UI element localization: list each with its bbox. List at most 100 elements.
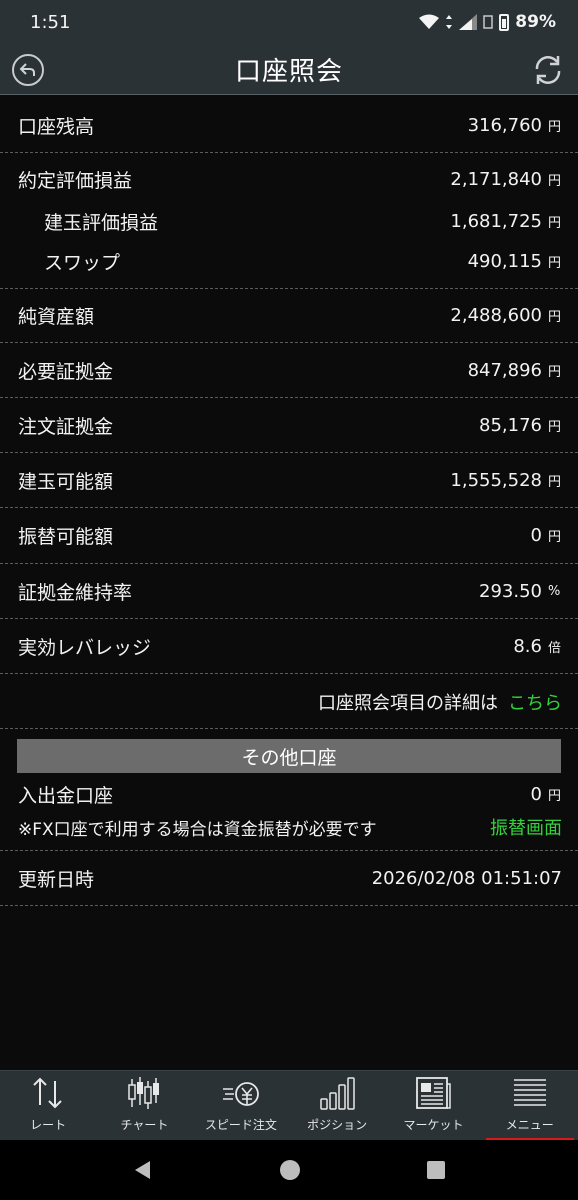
back-arrow-icon — [19, 63, 35, 76]
row-unit: 円 — [548, 173, 562, 189]
row-value: 847,896 — [467, 359, 542, 381]
detail-text: 口座照会項目の詳細は — [318, 693, 498, 714]
divider — [0, 563, 578, 564]
tab-label: マーケット — [403, 1118, 464, 1132]
refresh-icon — [535, 56, 561, 84]
row-value: 85,176 — [479, 414, 542, 436]
detail-link[interactable]: こちら — [508, 689, 562, 715]
tab-label: メニュー — [505, 1118, 554, 1132]
app-header: 口座照会 — [0, 44, 578, 95]
candlestick-icon — [126, 1074, 162, 1112]
row-label: 入出金口座 — [18, 784, 114, 807]
row-unit: 円 — [548, 364, 562, 380]
divider — [0, 728, 578, 729]
nav-back-icon[interactable] — [132, 1159, 154, 1181]
row-unit: 円 — [548, 474, 562, 490]
row-order-margin: 注文証拠金 85,176 円 — [0, 404, 578, 446]
tab-chart[interactable]: チャート — [96, 1071, 192, 1141]
row-transferable: 振替可能額 0 円 — [0, 514, 578, 556]
status-time: 1:51 — [30, 11, 71, 33]
row-net-assets: 純資産額 2,488,600 円 — [0, 294, 578, 336]
row-value: 2,488,600 — [450, 304, 542, 326]
divider — [0, 152, 578, 153]
row-swap: スワップ 490,115 円 — [0, 241, 578, 281]
transfer-screen-link[interactable]: 振替画面 — [490, 814, 562, 840]
detail-row: 口座照会項目の詳細は こちら — [0, 681, 578, 723]
row-value: 1,681,725 — [450, 210, 542, 232]
tab-menu[interactable]: メニュー — [482, 1071, 578, 1141]
row-value: 2,171,840 — [450, 168, 542, 190]
no-sim-icon — [483, 15, 494, 29]
row-value: 490,115 — [467, 250, 542, 272]
battery-level: 89% — [515, 12, 556, 32]
tab-position[interactable]: ポジション — [289, 1071, 385, 1141]
row-deposit-account: 入出金口座 0 円 — [0, 776, 578, 812]
menu-icon — [512, 1074, 548, 1112]
row-margin-ratio: 証拠金維持率 293.50 % — [0, 570, 578, 612]
divider — [0, 452, 578, 453]
page-title: 口座照会 — [234, 56, 343, 87]
row-position-pl: 建玉評価損益 1,681,725 円 — [0, 201, 578, 241]
row-label: 更新日時 — [18, 868, 95, 891]
row-label: 注文証拠金 — [18, 415, 114, 438]
arrows-updown-icon — [30, 1074, 66, 1112]
divider — [0, 342, 578, 343]
row-required-margin: 必要証拠金 847,896 円 — [0, 349, 578, 391]
row-unit: % — [548, 583, 561, 599]
row-value: 316,760 — [467, 114, 542, 136]
divider — [0, 905, 578, 906]
system-nav-bar — [0, 1140, 578, 1200]
row-label: 実効レバレッジ — [18, 636, 152, 659]
status-bar: 1:51 89% — [0, 0, 578, 44]
updated-value: 2026/02/08 01:51:07 — [371, 867, 562, 889]
row-available-position: 建玉可能額 1,555,528 円 — [0, 459, 578, 501]
status-icons: 89% — [419, 12, 556, 32]
row-unit: 円 — [548, 788, 562, 804]
battery-icon — [499, 13, 510, 31]
row-label: 必要証拠金 — [18, 360, 114, 383]
divider — [0, 507, 578, 508]
tab-rate[interactable]: レート — [0, 1071, 96, 1141]
row-label: 口座残高 — [18, 115, 95, 138]
bar-chart-icon — [319, 1074, 355, 1112]
row-label: スワップ — [44, 251, 121, 274]
row-value: 1,555,528 — [450, 469, 542, 491]
nav-home-icon[interactable] — [279, 1159, 301, 1181]
row-value: 293.50 — [479, 580, 542, 602]
row-label: 約定評価損益 — [18, 169, 133, 192]
back-button[interactable] — [12, 54, 44, 86]
divider — [0, 850, 578, 851]
other-accounts-header: その他口座 — [17, 739, 561, 773]
data-arrows-icon — [446, 15, 453, 29]
transfer-note-row: ※FX口座で利用する場合は資金振替が必要です 振替画面 — [0, 810, 578, 844]
row-unit: 円 — [548, 215, 562, 231]
speed-order-icon — [221, 1074, 261, 1112]
row-unit: 円 — [548, 419, 562, 435]
row-unit: 円 — [548, 309, 562, 325]
wifi-icon — [419, 14, 440, 29]
row-unit: 円 — [548, 255, 562, 271]
divider — [0, 618, 578, 619]
row-value: 0 — [530, 524, 542, 546]
nav-recents-icon[interactable] — [426, 1160, 446, 1180]
tab-label: ポジション — [307, 1118, 368, 1132]
row-label: 建玉評価損益 — [44, 211, 159, 234]
divider — [0, 288, 578, 289]
tab-speed-order[interactable]: スピード注文 — [193, 1071, 289, 1141]
row-unit: 円 — [548, 529, 562, 545]
row-value: 8.6 — [513, 635, 542, 657]
row-unit: 円 — [548, 119, 562, 135]
tab-label: チャート — [120, 1118, 169, 1132]
row-label: 純資産額 — [18, 305, 95, 328]
row-label: 振替可能額 — [18, 525, 114, 548]
signal-icon — [459, 14, 478, 30]
divider — [0, 397, 578, 398]
row-label: 建玉可能額 — [18, 470, 114, 493]
row-updated-time: 更新日時 2026/02/08 01:51:07 — [0, 857, 578, 899]
bottom-tab-bar: レート チャート スピード注文 ポジション マーケット メニュー — [0, 1070, 578, 1141]
row-realized-pl: 約定評価損益 2,171,840 円 — [0, 159, 578, 199]
row-effective-leverage: 実効レバレッジ 8.6 倍 — [0, 625, 578, 667]
refresh-button[interactable] — [530, 52, 566, 88]
tab-market[interactable]: マーケット — [385, 1071, 481, 1141]
tab-label: レート — [30, 1118, 67, 1132]
